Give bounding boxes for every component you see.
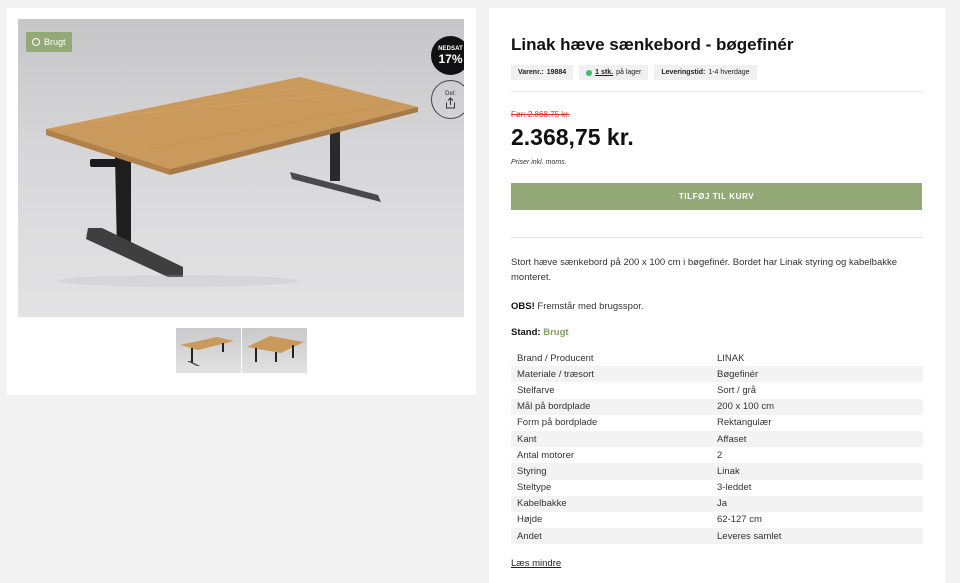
product-title: Linak hæve sænkebord - bøgefinér <box>511 35 794 54</box>
spec-row: Højde 62-127 cm <box>511 512 923 528</box>
spec-key: Stelfarve <box>517 384 555 396</box>
spec-value: Leveres samlet <box>717 530 782 542</box>
stand-label: Stand: <box>511 327 541 338</box>
spec-key: Materiale / træsort <box>517 368 595 380</box>
product-info: Linak hæve sænkebord - bøgefinér Varenr.… <box>489 8 945 583</box>
delivery-chip: Leveringstid: 1-4 hverdage <box>654 65 757 80</box>
spec-row: Antal motorer 2 <box>511 447 923 463</box>
desk-photo <box>46 77 418 287</box>
spec-value: 3-leddet <box>717 482 752 494</box>
delivery-value: 1-4 hverdage <box>708 69 750 76</box>
condition-badge-label: Brugt <box>44 37 66 47</box>
spec-value: Affaset <box>717 433 747 445</box>
old-price: Før: 2.868,75 kr. <box>511 110 570 119</box>
spec-value: 2 <box>717 449 723 461</box>
refresh-circle-icon <box>32 38 40 46</box>
product-gallery: Brugt NEDSAT 17% Del: <box>7 8 476 395</box>
spec-value: 200 x 100 cm <box>717 401 775 413</box>
stock-quantity-link[interactable]: 1 stk. <box>595 69 613 76</box>
add-to-cart-button[interactable]: TILFØJ TIL KURV <box>511 183 922 210</box>
stock-chip: 1 stk. på lager <box>579 65 649 80</box>
stock-status-icon <box>586 69 593 76</box>
spec-key: Steltype <box>517 482 552 494</box>
spec-value: LINAK <box>717 352 745 364</box>
spec-row: Andet Leveres samlet <box>511 528 923 545</box>
spec-key: Kant <box>517 433 537 445</box>
spec-key: Mål på bordplade <box>517 401 591 413</box>
condition-badge: Brugt <box>26 32 72 52</box>
share-button[interactable]: Del: <box>431 80 464 119</box>
spec-row: Mål på bordplade 200 x 100 cm <box>511 398 923 415</box>
obs-text: Fremstår med brugsspor. <box>537 301 644 312</box>
product-meta-chips: Varenr.: 19884 1 stk. på lager Leverings… <box>511 65 757 80</box>
spec-row: Kabelbakke Ja <box>511 495 923 512</box>
spec-key: Andet <box>517 530 542 542</box>
spec-value: Bøgefinér <box>717 368 759 380</box>
stock-text: på lager <box>616 69 642 76</box>
spec-value: 62-127 cm <box>717 514 762 526</box>
sku-chip: Varenr.: 19884 <box>511 65 574 80</box>
spec-row: Stelfarve Sort / grå <box>511 382 923 398</box>
sku-value: 19884 <box>546 69 567 76</box>
spec-key: Styring <box>517 465 547 477</box>
spec-key: Form på bordplade <box>517 417 598 429</box>
spec-value: Linak <box>717 465 740 477</box>
main-product-image[interactable]: Brugt NEDSAT 17% Del: <box>18 19 464 317</box>
spec-table: Brand / Producent LINAK Materiale / træso… <box>511 350 923 545</box>
spec-row: Form på bordplade Rektangulær <box>511 415 923 431</box>
spec-row: Materiale / træsort Bøgefinér <box>511 366 923 383</box>
spec-row: Steltype 3-leddet <box>511 480 923 496</box>
spec-value: Sort / grå <box>717 384 757 396</box>
thumbnail-2[interactable] <box>242 328 307 373</box>
spec-row: Brand / Producent LINAK <box>511 350 923 366</box>
discount-badge: NEDSAT 17% <box>431 36 464 75</box>
discount-percent: 17% <box>438 52 463 66</box>
share-icon <box>446 96 455 108</box>
obs-note: OBS! Fremstår med brugsspor. <box>511 301 644 312</box>
divider <box>511 237 923 238</box>
thumbnail-1[interactable] <box>176 328 241 373</box>
spec-row: Kant Affaset <box>511 430 923 448</box>
delivery-label: Leveringstid: <box>661 69 706 76</box>
current-price: 2.368,75 kr. <box>511 124 634 150</box>
spec-key: Antal motorer <box>517 449 575 461</box>
spec-value: Ja <box>717 498 728 510</box>
spec-key: Højde <box>517 514 543 526</box>
sku-label: Varenr.: <box>518 69 544 76</box>
spec-key: Brand / Producent <box>517 352 594 364</box>
thumbnail-strip <box>176 328 307 373</box>
spec-key: Kabelbakke <box>517 498 567 510</box>
obs-label: OBS! <box>511 301 535 312</box>
divider <box>511 91 923 92</box>
spec-value: Rektangulær <box>717 417 772 429</box>
read-less-link[interactable]: Læs mindre <box>511 558 561 569</box>
stand-value: Brugt <box>543 327 569 338</box>
vat-note: Priser inkl. moms. <box>511 159 567 166</box>
condition-line: Stand: Brugt <box>511 327 569 338</box>
product-description: Stort hæve sænkebord på 200 x 100 cm i b… <box>511 257 898 283</box>
spec-row: Styring Linak <box>511 463 923 480</box>
